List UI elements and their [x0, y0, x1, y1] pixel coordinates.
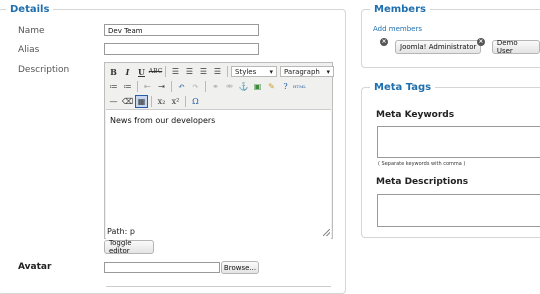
toolbar-separator — [185, 96, 186, 107]
member-chip: Joomla! Administrator — [395, 40, 482, 54]
underline-button[interactable]: U — [135, 65, 148, 78]
editor-content: News from our developers — [110, 116, 216, 125]
resize-handle-icon[interactable] — [323, 229, 330, 236]
visual-aid-icon[interactable]: ▦ — [135, 95, 148, 108]
meta-keywords-hint: ( Separate keywords with comma ) — [378, 161, 466, 167]
help-icon[interactable]: ? — [279, 80, 292, 93]
link-icon[interactable]: ⚭ — [209, 80, 222, 93]
remove-format-icon[interactable]: ⌫ — [121, 95, 134, 108]
alias-input[interactable] — [104, 43, 259, 55]
members-fieldset: Members — [361, 4, 540, 68]
editor-path: Path: p — [107, 227, 135, 236]
cleanup-icon[interactable]: ✎ — [265, 80, 278, 93]
chevron-down-icon: ▾ — [326, 67, 330, 76]
meta-keywords-textarea[interactable] — [377, 126, 540, 158]
unlink-icon[interactable]: ⚮ — [223, 80, 236, 93]
editor-toolbar-row-3: — ⌫ ▦ x₂ x² Ω — [107, 94, 202, 109]
italic-button[interactable]: I — [121, 65, 134, 78]
image-icon[interactable]: ▣ — [251, 80, 264, 93]
chevron-down-icon: ▾ — [269, 67, 273, 76]
strikethrough-button[interactable]: ABC — [149, 65, 162, 78]
format-select-label: Paragraph — [284, 67, 320, 76]
toolbar-separator — [137, 81, 138, 92]
alias-label: Alias — [18, 45, 40, 55]
member-item: × Joomla! Administrator — [380, 38, 482, 54]
bold-button[interactable]: B — [107, 65, 120, 78]
subscript-icon[interactable]: x₂ — [155, 95, 168, 108]
indent-icon[interactable]: ⇥ — [155, 80, 168, 93]
toolbar-separator — [165, 66, 166, 77]
member-item: × Demo User — [477, 38, 540, 55]
description-editor: B I U ABC ☰ ☰ ☰ ☰ Styles ▾ Paragraph ▾ ≔ ≔… — [104, 62, 334, 287]
editor-toolbar-row-1: B I U ABC ☰ ☰ ☰ ☰ Styles ▾ Paragraph ▾ — [107, 64, 334, 79]
meta-descriptions-label: Meta Descriptions — [376, 177, 469, 187]
members-legend: Members — [374, 4, 426, 15]
meta-keywords-label: Meta Keywords — [376, 110, 455, 120]
anchor-icon[interactable]: ⚓ — [237, 80, 250, 93]
align-right-icon[interactable]: ☰ — [197, 65, 210, 78]
avatar-label: Avatar — [18, 262, 52, 272]
align-center-icon[interactable]: ☰ — [183, 65, 196, 78]
name-label: Name — [18, 26, 45, 36]
html-source-icon[interactable]: HTML — [293, 80, 306, 93]
horizontal-rule-icon[interactable]: — — [107, 95, 120, 108]
toggle-editor-button[interactable]: Toggle editor — [104, 239, 154, 255]
remove-member-icon[interactable]: × — [380, 38, 388, 46]
special-char-icon[interactable]: Ω — [189, 95, 202, 108]
align-justify-icon[interactable]: ☰ — [211, 65, 224, 78]
editor-content-area[interactable]: News from our developers — [106, 109, 331, 287]
toolbar-separator — [205, 81, 206, 92]
format-select[interactable]: Paragraph ▾ — [280, 66, 334, 77]
meta-descriptions-textarea[interactable] — [377, 194, 540, 227]
styles-select[interactable]: Styles ▾ — [231, 66, 277, 77]
description-label: Description — [18, 65, 70, 75]
bullet-list-icon[interactable]: ≔ — [107, 80, 120, 93]
align-left-icon[interactable]: ☰ — [169, 65, 182, 78]
superscript-icon[interactable]: x² — [169, 95, 182, 108]
member-chip: Demo User — [491, 39, 540, 55]
avatar-file-input[interactable] — [104, 262, 220, 273]
metatags-legend: Meta Tags — [374, 82, 432, 93]
numbered-list-icon[interactable]: ≔ — [121, 80, 134, 93]
details-legend: Details — [10, 4, 50, 15]
name-input[interactable]: Dev Team — [104, 24, 259, 36]
outdent-icon[interactable]: ⇤ — [141, 80, 154, 93]
remove-member-icon[interactable]: × — [477, 38, 485, 46]
add-members-link[interactable]: Add members — [373, 25, 422, 33]
toolbar-separator — [227, 66, 228, 77]
styles-select-label: Styles — [235, 67, 257, 76]
redo-icon[interactable]: ↷ — [189, 80, 202, 93]
toolbar-separator — [151, 96, 152, 107]
editor-toolbar-row-2: ≔ ≔ ⇤ ⇥ ↶ ↷ ⚭ ⚮ ⚓ ▣ ✎ ? HTML — [107, 79, 306, 94]
browse-button[interactable]: Browse... — [221, 261, 259, 274]
toolbar-separator — [171, 81, 172, 92]
undo-icon[interactable]: ↶ — [175, 80, 188, 93]
